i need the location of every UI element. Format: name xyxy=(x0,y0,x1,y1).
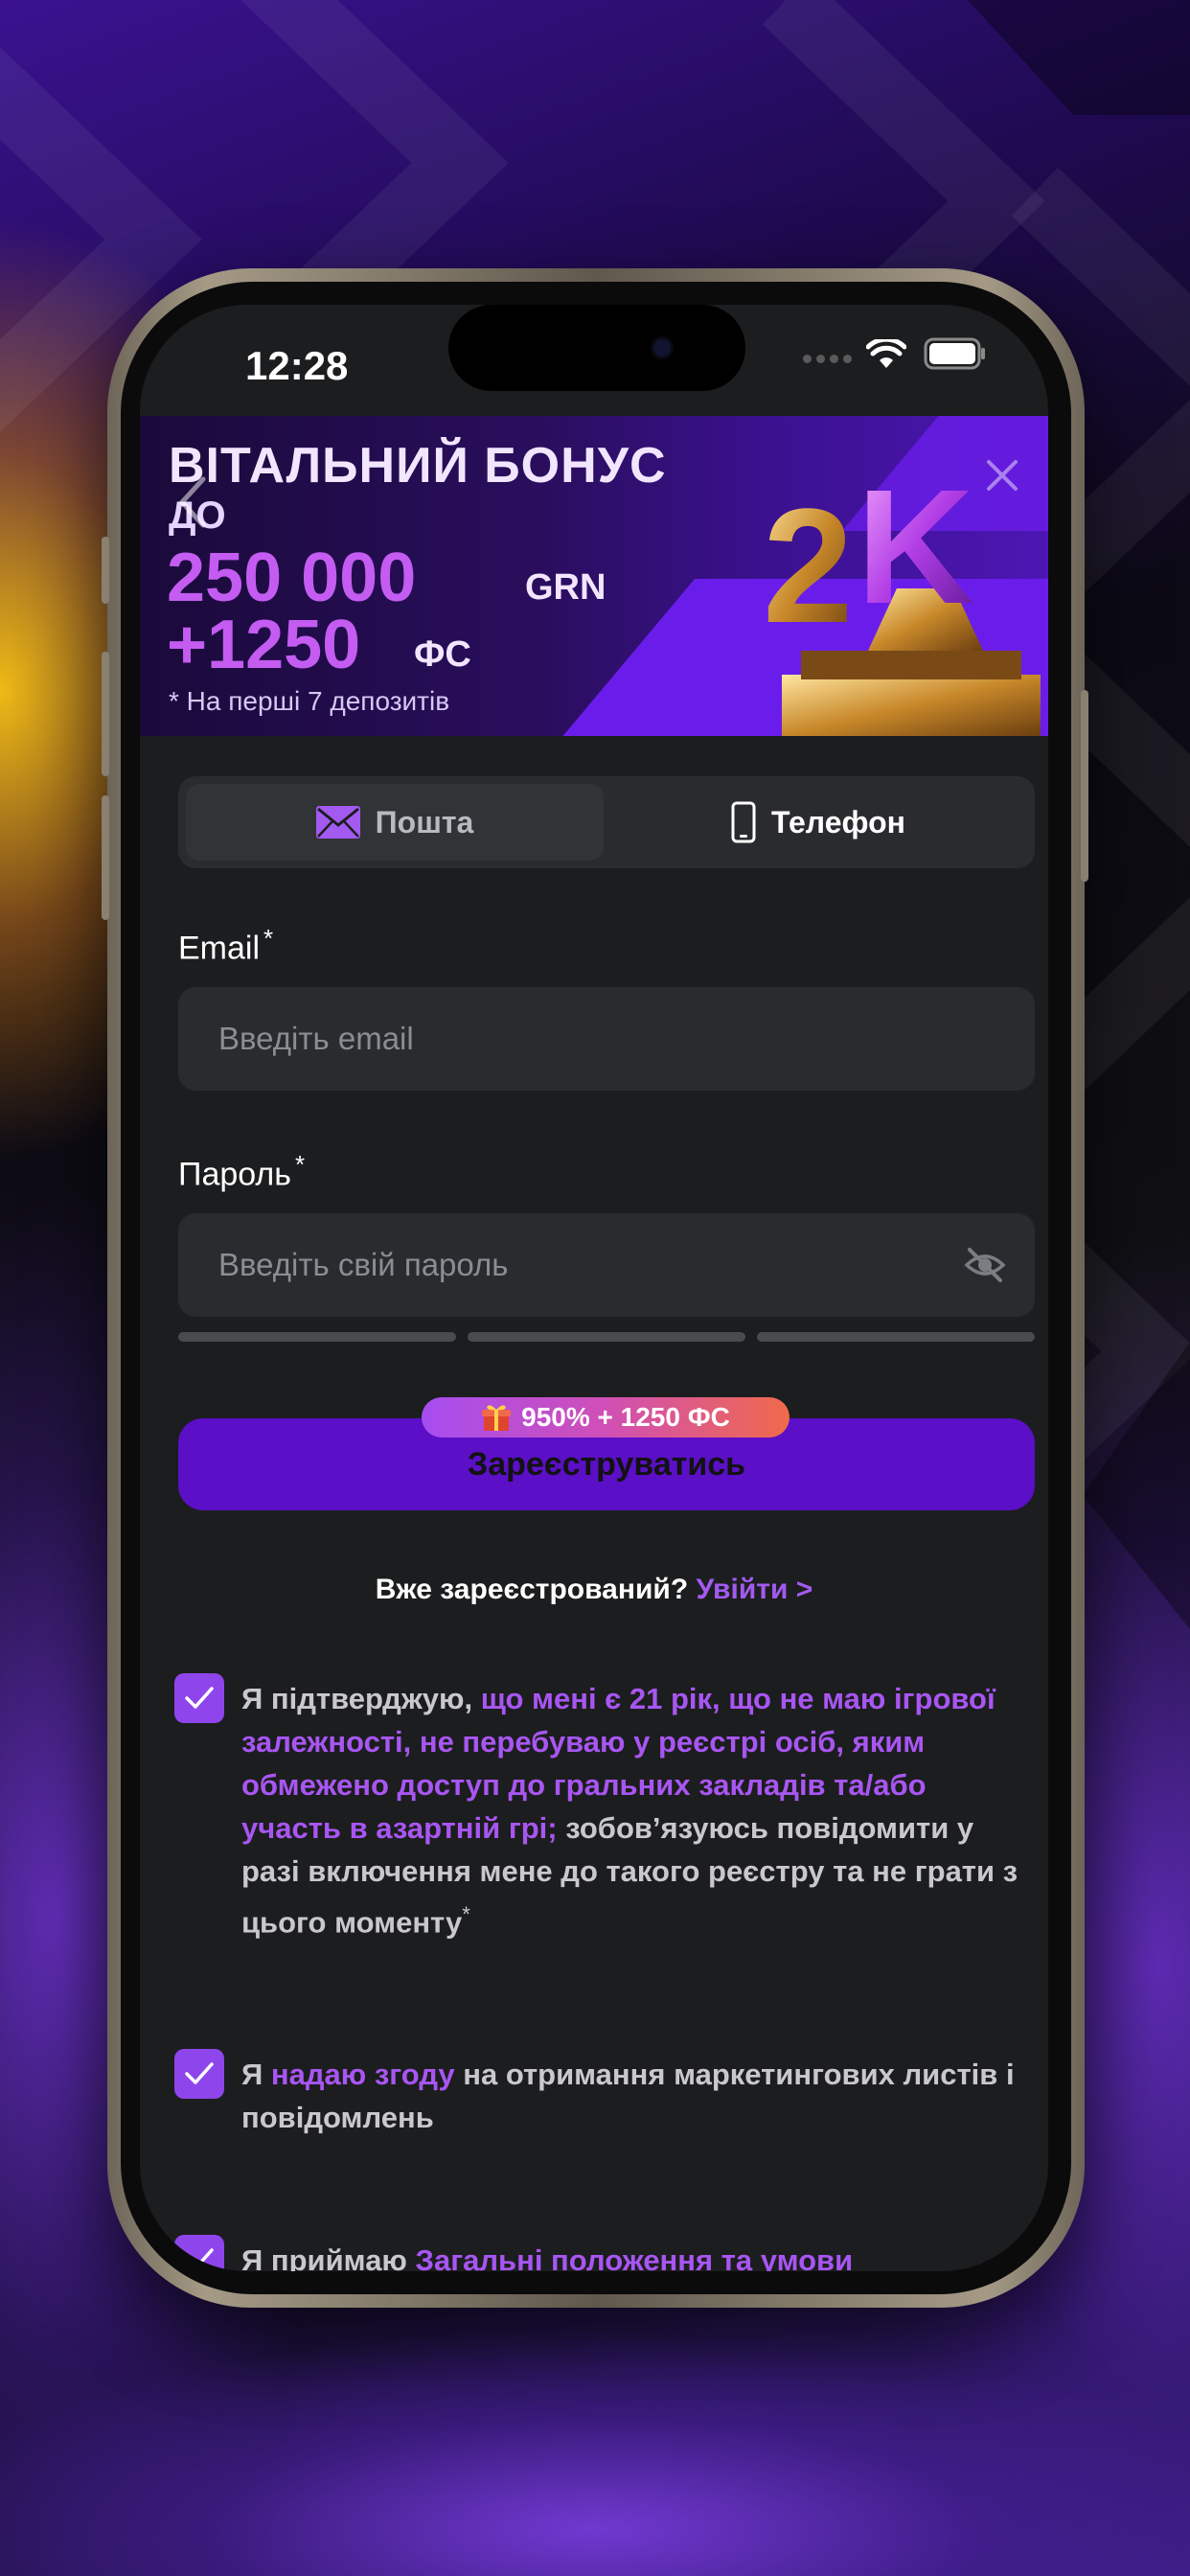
checkmark-icon xyxy=(185,1687,214,1709)
welcome-bonus-banner[interactable]: ВІТАЛЬНИЙ БОНУС ДО 250 000 GRN +1250 ФС … xyxy=(140,416,1048,736)
svg-text:K: K xyxy=(857,456,974,638)
consent-age-text: Я підтверджую, що мені є 21 рік, що не м… xyxy=(241,1682,1018,1940)
strength-segment xyxy=(178,1332,456,1342)
password-label: Пароль * xyxy=(178,1150,306,1193)
email-input[interactable] xyxy=(178,987,1035,1091)
checkmark-icon xyxy=(185,2248,214,2270)
banner-fs-unit: ФС xyxy=(414,634,471,675)
banner-title: ВІТАЛЬНИЙ БОНУС xyxy=(169,438,667,494)
gift-icon xyxy=(482,1405,512,1431)
battery-icon xyxy=(924,337,985,370)
checkbox-checked[interactable] xyxy=(174,2235,224,2271)
checkbox-checked[interactable] xyxy=(174,2049,224,2099)
banner-note: * На перші 7 депозитів xyxy=(169,686,450,716)
checkmark-icon xyxy=(185,2062,214,2084)
wifi-icon xyxy=(866,339,906,368)
smartphone-icon xyxy=(731,801,756,843)
consent-marketing-text: Я надаю згоду на отримання маркетингових… xyxy=(241,2058,1015,2134)
bonus-chip: 950% + 1250 ФС xyxy=(422,1397,790,1438)
terms-link[interactable]: Загальні положення та умови xyxy=(416,2243,854,2271)
phone-side-button xyxy=(102,537,109,604)
chevron-left-icon[interactable] xyxy=(174,473,213,531)
password-input[interactable] xyxy=(178,1213,1035,1317)
status-time: 12:28 xyxy=(245,343,349,388)
login-link[interactable]: Увійти > xyxy=(697,1574,813,1605)
banner-fs-amount: +1250 xyxy=(167,607,361,683)
phone-volume-down xyxy=(102,795,109,920)
strength-segment xyxy=(468,1332,745,1342)
tab-email[interactable]: Пошта xyxy=(186,784,604,861)
eye-off-icon[interactable] xyxy=(964,1246,1006,1284)
envelope-icon xyxy=(315,806,360,839)
tab-phone-label: Телефон xyxy=(771,804,905,840)
strength-segment xyxy=(757,1332,1035,1342)
trophy-2k-icon: 2 K xyxy=(763,456,1041,736)
dynamic-island xyxy=(448,305,745,391)
password-strength-meter xyxy=(178,1332,1035,1342)
svg-text:2: 2 xyxy=(763,475,854,657)
login-prompt: Вже зареєстрований? Увійти > xyxy=(140,1574,1048,1606)
email-label: Email * xyxy=(178,924,274,967)
tab-email-label: Пошта xyxy=(375,804,474,840)
signup-method-tabs: Пошта Телефон xyxy=(178,776,1035,868)
password-field[interactable] xyxy=(178,1213,1035,1317)
consent-terms-text: Я приймаю Загальні положення та умови xyxy=(241,2239,1027,2271)
login-prompt-text: Вже зареєстрований? xyxy=(375,1574,689,1605)
phone-power-button xyxy=(1081,690,1088,882)
status-bar: 12:28 xyxy=(140,305,1048,416)
email-field[interactable] xyxy=(178,987,1035,1091)
app-screen: 12:28 ВІТАЛЬНИЙ БОНУС ДО 250 000 GRN +12… xyxy=(140,305,1048,2271)
banner-currency: GRN xyxy=(525,567,606,608)
checkbox-checked[interactable] xyxy=(174,1673,224,1723)
cellular-signal-icon xyxy=(803,355,853,364)
bonus-chip-label: 950% + 1250 ФС xyxy=(521,1402,730,1432)
tab-phone[interactable]: Телефон xyxy=(609,784,1027,861)
phone-volume-up xyxy=(102,652,109,776)
